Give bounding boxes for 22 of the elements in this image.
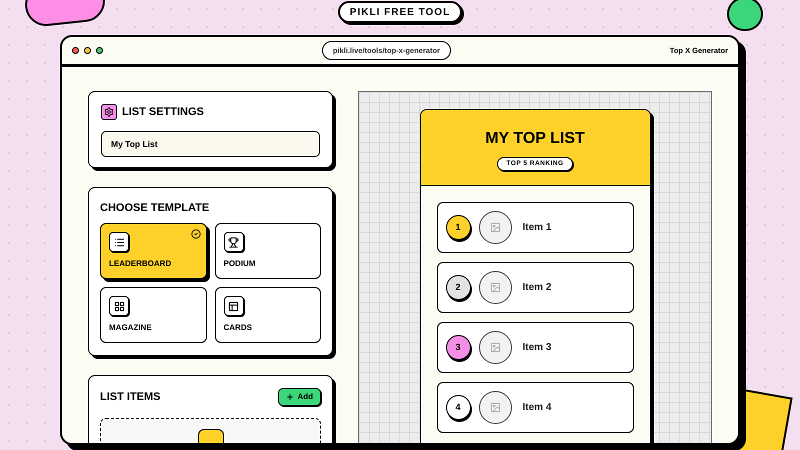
rank-badge: 4 (446, 395, 470, 420)
add-button[interactable]: Add (278, 388, 321, 406)
preview-title: MY TOP LIST (485, 129, 585, 149)
template-option[interactable]: PODIUM (214, 223, 321, 279)
ranked-item[interactable]: 4 Item 4 (436, 382, 634, 433)
item-name: Item 4 (522, 401, 552, 415)
section-title: CHOOSE TEMPLATE (100, 200, 210, 216)
list-name-field[interactable]: My Top List (101, 130, 320, 156)
ranked-item[interactable]: 2 Item 2 (436, 262, 634, 313)
section-title: LIST SETTINGS (122, 105, 204, 120)
section-title: LIST ITEMS (100, 390, 160, 405)
item-name: Item 1 (522, 221, 552, 235)
rank-badge: 1 (446, 215, 470, 240)
rank-badge: 2 (446, 275, 470, 300)
item-name: Item 3 (522, 341, 552, 355)
ranked-item[interactable]: 1 Item 1 (436, 202, 634, 253)
template-option[interactable]: MAGAZINE (100, 287, 206, 343)
ranked-item[interactable]: 3 Item 3 (436, 322, 634, 373)
tool-badge: PIKLI FREE TOOL (338, 1, 462, 23)
item-name: Item 2 (522, 281, 552, 295)
rank-badge: 3 (446, 335, 470, 360)
template-option[interactable]: CARDS (214, 287, 321, 343)
